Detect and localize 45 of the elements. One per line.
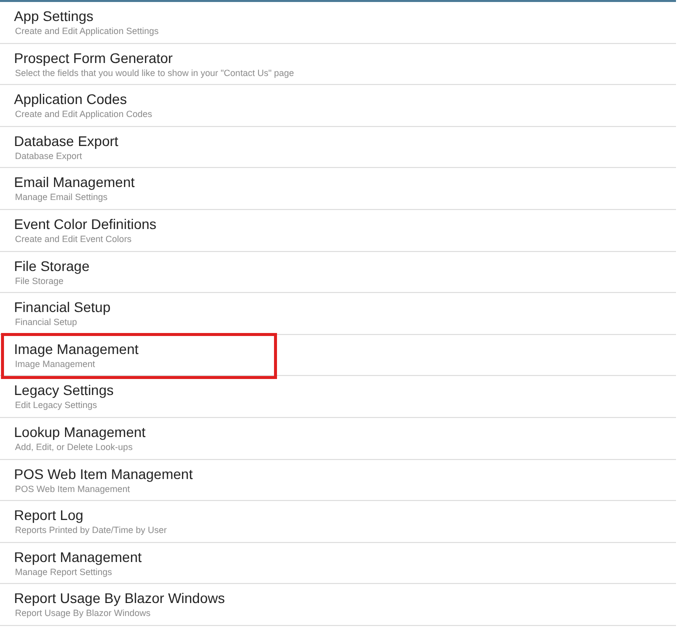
item-title: Application Codes — [14, 90, 127, 108]
item-title: Legacy Settings — [14, 381, 114, 400]
item-title: Prospect Form Generator — [14, 48, 173, 67]
settings-list-item[interactable]: Financial Setup Financial Setup — [0, 293, 676, 335]
item-description: Create and Edit Application Codes — [14, 108, 152, 120]
item-title: App Settings — [14, 7, 94, 25]
settings-list-item[interactable]: App Settings Create and Edit Application Settings — [0, 2, 676, 44]
item-title: POS Web Item Management — [14, 464, 193, 483]
settings-list-item[interactable]: Application Codes Create and Edit Application Codes — [0, 85, 676, 127]
item-description: Manage Email Settings — [14, 191, 108, 204]
item-description: Database Export — [14, 150, 82, 162]
settings-list-item[interactable]: File Storage File Storage — [0, 252, 676, 294]
item-description: Select the fields that you would like to show in your "Contact Us" page — [14, 66, 294, 79]
item-title: Database Export — [14, 132, 118, 150]
settings-list-item[interactable]: Prospect Form Generator Select the fields that you would like to show in your "Contact Us" page — [0, 44, 676, 86]
settings-list-item[interactable]: Legacy Settings Edit Legacy Settings — [0, 376, 676, 418]
settings-list-item[interactable]: POS Web Item Management POS Web Item Management — [0, 460, 676, 502]
settings-list-item[interactable]: Lookup Management Add, Edit, or Delete Look-ups — [0, 418, 676, 460]
item-description: Edit Legacy Settings — [14, 399, 98, 412]
item-title: File Storage — [14, 256, 90, 275]
item-title: Event Color Definitions — [14, 214, 156, 233]
item-title: Financial Setup — [14, 298, 111, 316]
item-description: Reports Printed by Date/Time by User — [14, 524, 167, 536]
item-description: Image Management — [14, 358, 96, 370]
item-description: Financial Setup — [14, 316, 78, 328]
settings-list-item[interactable]: Report Management Manage Report Settings — [0, 542, 676, 584]
settings-list-item[interactable]: Email Management Manage Email Settings — [0, 168, 676, 210]
item-title: Report Management — [14, 548, 142, 566]
item-description: Add, Edit, or Delete Look-ups — [14, 440, 133, 453]
settings-list-item[interactable]: Image Management Image Management — [0, 334, 676, 376]
item-title: Image Management — [14, 340, 139, 358]
item-title: Report Usage By Blazor Windows — [14, 589, 225, 608]
settings-list-item[interactable]: Database Export Database Export — [0, 126, 676, 168]
item-description: Create and Edit Application Settings — [14, 25, 159, 37]
settings-list-item[interactable]: Report Usage By Blazor Windows Report Usage By Blazor Windows — [0, 584, 676, 626]
item-description: Create and Edit Event Colors — [14, 232, 132, 245]
item-description: Manage Report Settings — [14, 566, 112, 578]
item-description: Report Usage By Blazor Windows — [14, 607, 151, 620]
item-title: Email Management — [14, 173, 135, 192]
item-title: Report Log — [14, 506, 84, 524]
settings-list-item[interactable]: Event Color Definitions Create and Edit Event Colors — [0, 210, 676, 252]
item-description: POS Web Item Management — [14, 482, 130, 495]
item-title: Lookup Management — [14, 422, 146, 441]
settings-list-item[interactable]: Report Log Reports Printed by Date/Time by User — [0, 501, 676, 543]
item-description: File Storage — [14, 274, 64, 287]
